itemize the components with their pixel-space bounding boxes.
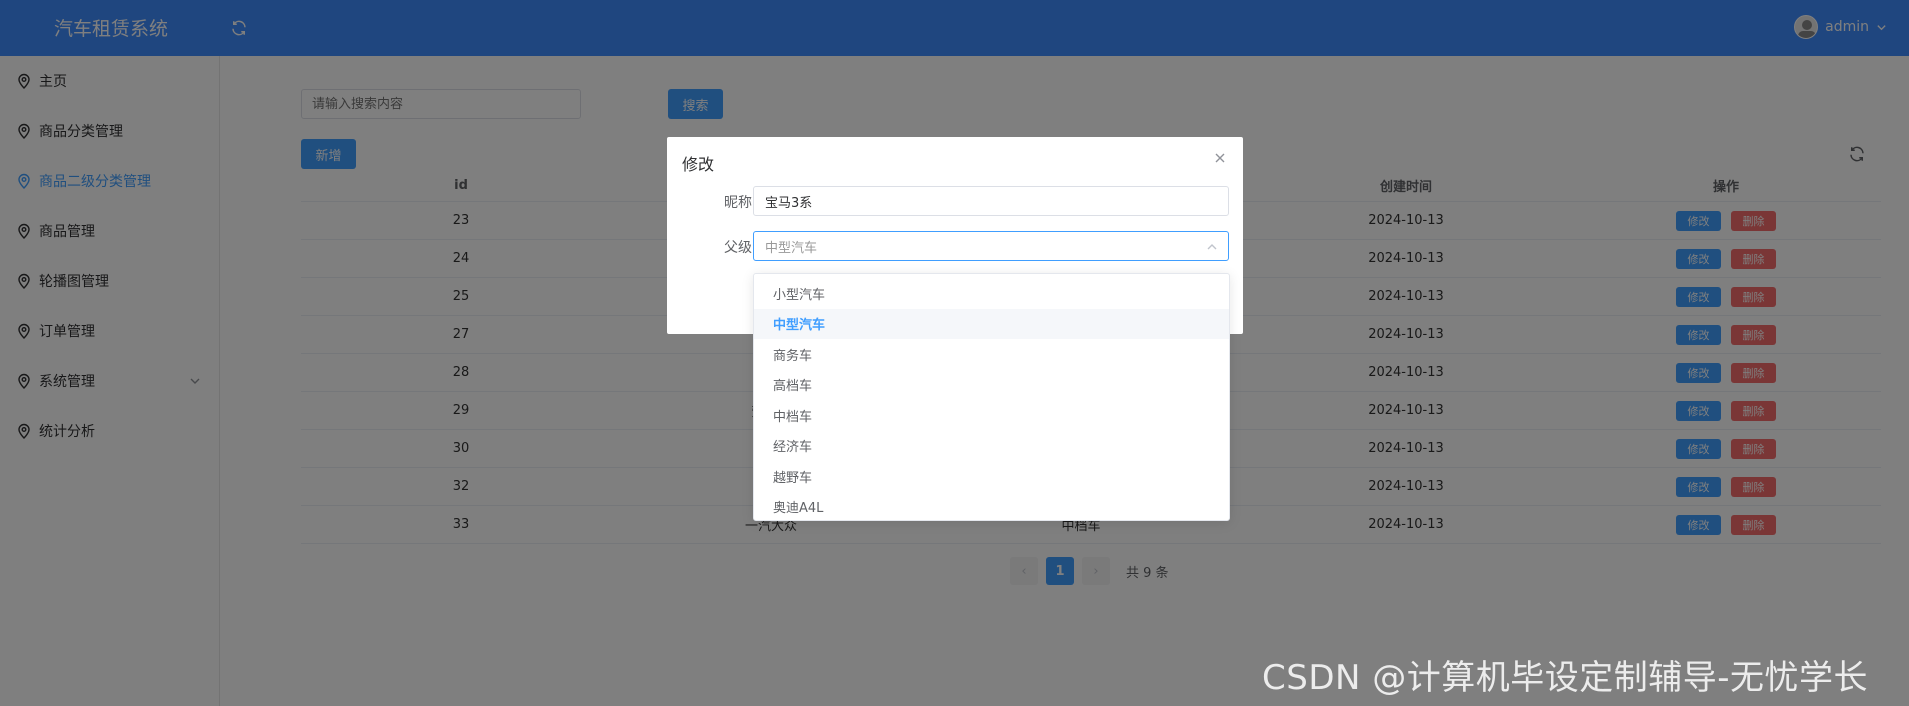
dropdown-option[interactable]: 越野车	[754, 461, 1229, 492]
dropdown-option[interactable]: 商务车	[754, 339, 1229, 370]
parent-select[interactable]: 中型汽车	[753, 231, 1229, 261]
parent-label: 父级	[724, 240, 752, 256]
dropdown-option[interactable]: 中档车	[754, 400, 1229, 431]
parent-select-placeholder: 中型汽车	[765, 240, 818, 256]
chevron-up-icon	[1207, 244, 1217, 250]
dialog-title: 修改	[682, 155, 715, 174]
nickname-value: 宝马3系	[765, 195, 813, 211]
dropdown-option[interactable]: 经济车	[754, 431, 1229, 462]
dropdown-option[interactable]: 中型汽车	[754, 308, 1229, 339]
dropdown-option[interactable]: 小型汽车	[754, 278, 1229, 309]
watermark-text: CSDN @计算机毕设定制辅导-无忧学长	[1262, 658, 1869, 698]
nickname-label: 昵称	[724, 195, 752, 211]
dropdown-option[interactable]: 奥迪A4L	[754, 492, 1229, 521]
close-icon[interactable]	[1213, 151, 1227, 165]
parent-select-dropdown: 小型汽车 中型汽车 商务车 高档车 中档车 经济车 越野车 奥迪A4L	[753, 273, 1230, 521]
nickname-input[interactable]: 宝马3系	[753, 186, 1229, 216]
dropdown-option[interactable]: 高档车	[754, 370, 1229, 401]
